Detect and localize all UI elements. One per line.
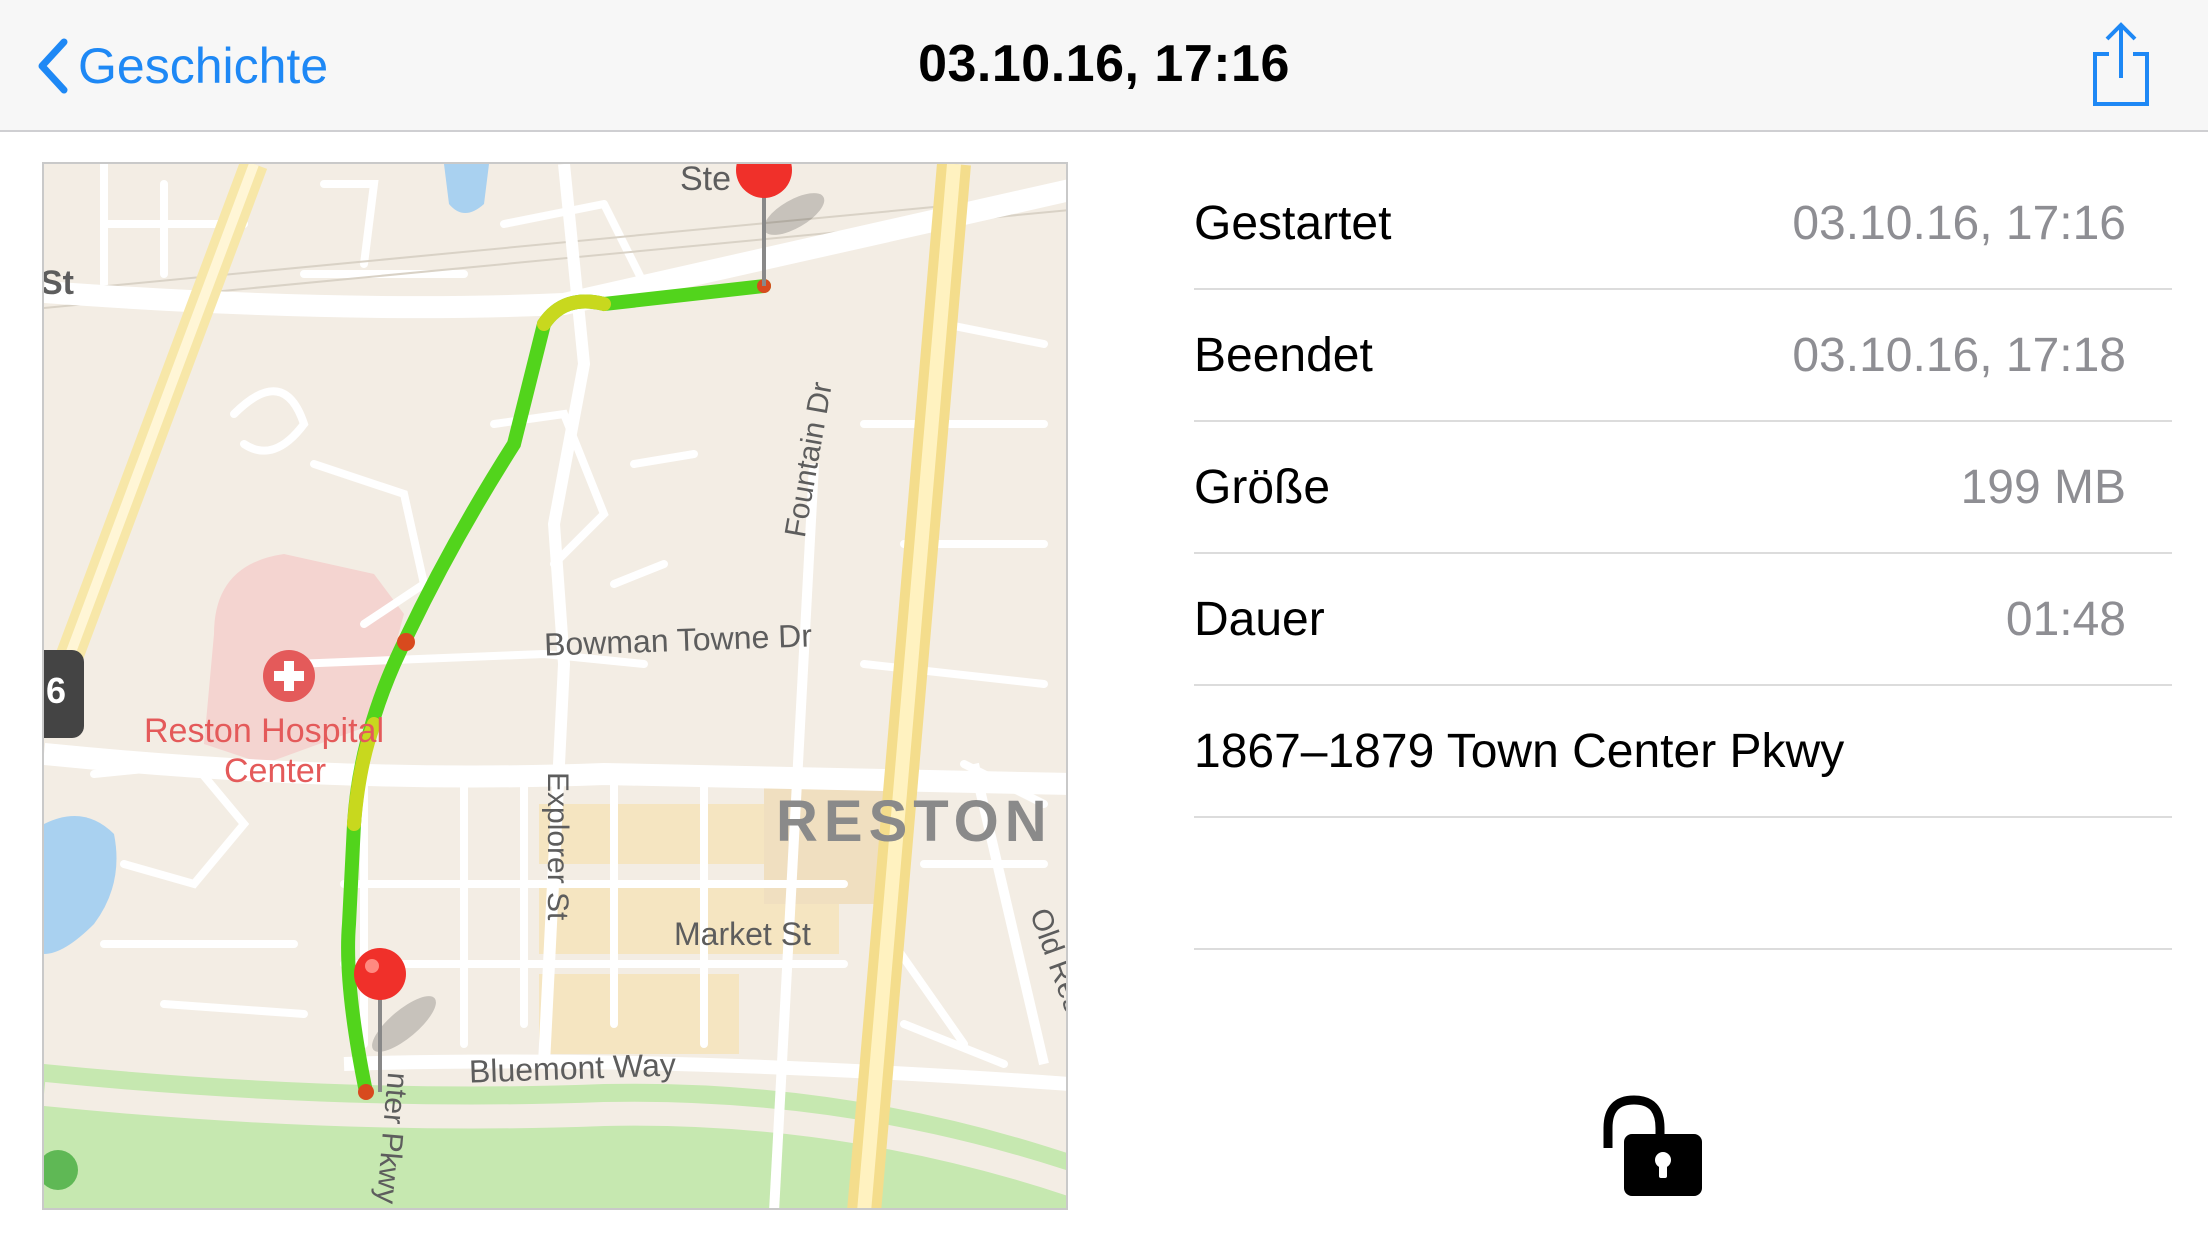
map-label-bluemont: Bluemont Way bbox=[468, 1046, 677, 1090]
detail-row-duration: Dauer 01:48 bbox=[1194, 554, 2172, 686]
detail-row-started: Gestartet 03.10.16, 17:16 bbox=[1194, 158, 2172, 290]
share-icon[interactable] bbox=[2085, 20, 2155, 110]
navigation-bar: Geschichte 03.10.16, 17:16 bbox=[0, 0, 2208, 132]
downtown-block bbox=[539, 974, 739, 1054]
map-label-route-number: 6 bbox=[46, 670, 67, 711]
started-value: 03.10.16, 17:16 bbox=[1792, 197, 2126, 250]
map-label-hospital-2: Center bbox=[224, 752, 327, 790]
page-title: 03.10.16, 17:16 bbox=[918, 35, 1290, 93]
ended-value: 03.10.16, 17:18 bbox=[1792, 329, 2126, 382]
route-slow-point bbox=[397, 633, 415, 651]
map-label-top-street: Ste bbox=[680, 162, 732, 198]
route-map[interactable]: Ste St Fountain Dr Bowman Towne Dr Resto… bbox=[42, 162, 1068, 1210]
map-label-reston: RESTON bbox=[776, 789, 1053, 854]
map-label-explorer: Explorer St bbox=[541, 772, 574, 921]
duration-value: 01:48 bbox=[2005, 593, 2126, 646]
detail-row-size: Größe 199 MB bbox=[1194, 422, 2172, 554]
detail-row-empty bbox=[1194, 818, 2172, 950]
bluemont-way bbox=[343, 1054, 1066, 1091]
detail-row-address: 1867–1879 Town Center Pkwy bbox=[1194, 686, 2172, 818]
detail-row-ended: Beendet 03.10.16, 17:18 bbox=[1194, 290, 2172, 422]
map-label-hospital-1: Reston Hospital bbox=[144, 712, 385, 750]
size-value: 199 MB bbox=[1960, 461, 2126, 514]
route-slow-point bbox=[358, 1084, 374, 1100]
map-label-left-street: St bbox=[42, 264, 74, 302]
ended-label: Beendet bbox=[1194, 329, 1373, 382]
map-label-market: Market St bbox=[674, 916, 811, 952]
unlock-icon[interactable] bbox=[1598, 1094, 1708, 1200]
duration-label: Dauer bbox=[1194, 593, 1325, 646]
address-label: 1867–1879 Town Center Pkwy bbox=[1194, 725, 1845, 778]
hospital-icon bbox=[263, 650, 315, 702]
started-label: Gestartet bbox=[1194, 197, 1392, 250]
water-pond-top bbox=[444, 164, 489, 213]
highway-right-inner bbox=[857, 164, 961, 1208]
size-label: Größe bbox=[1194, 461, 1331, 514]
water-lake-left bbox=[44, 816, 117, 954]
